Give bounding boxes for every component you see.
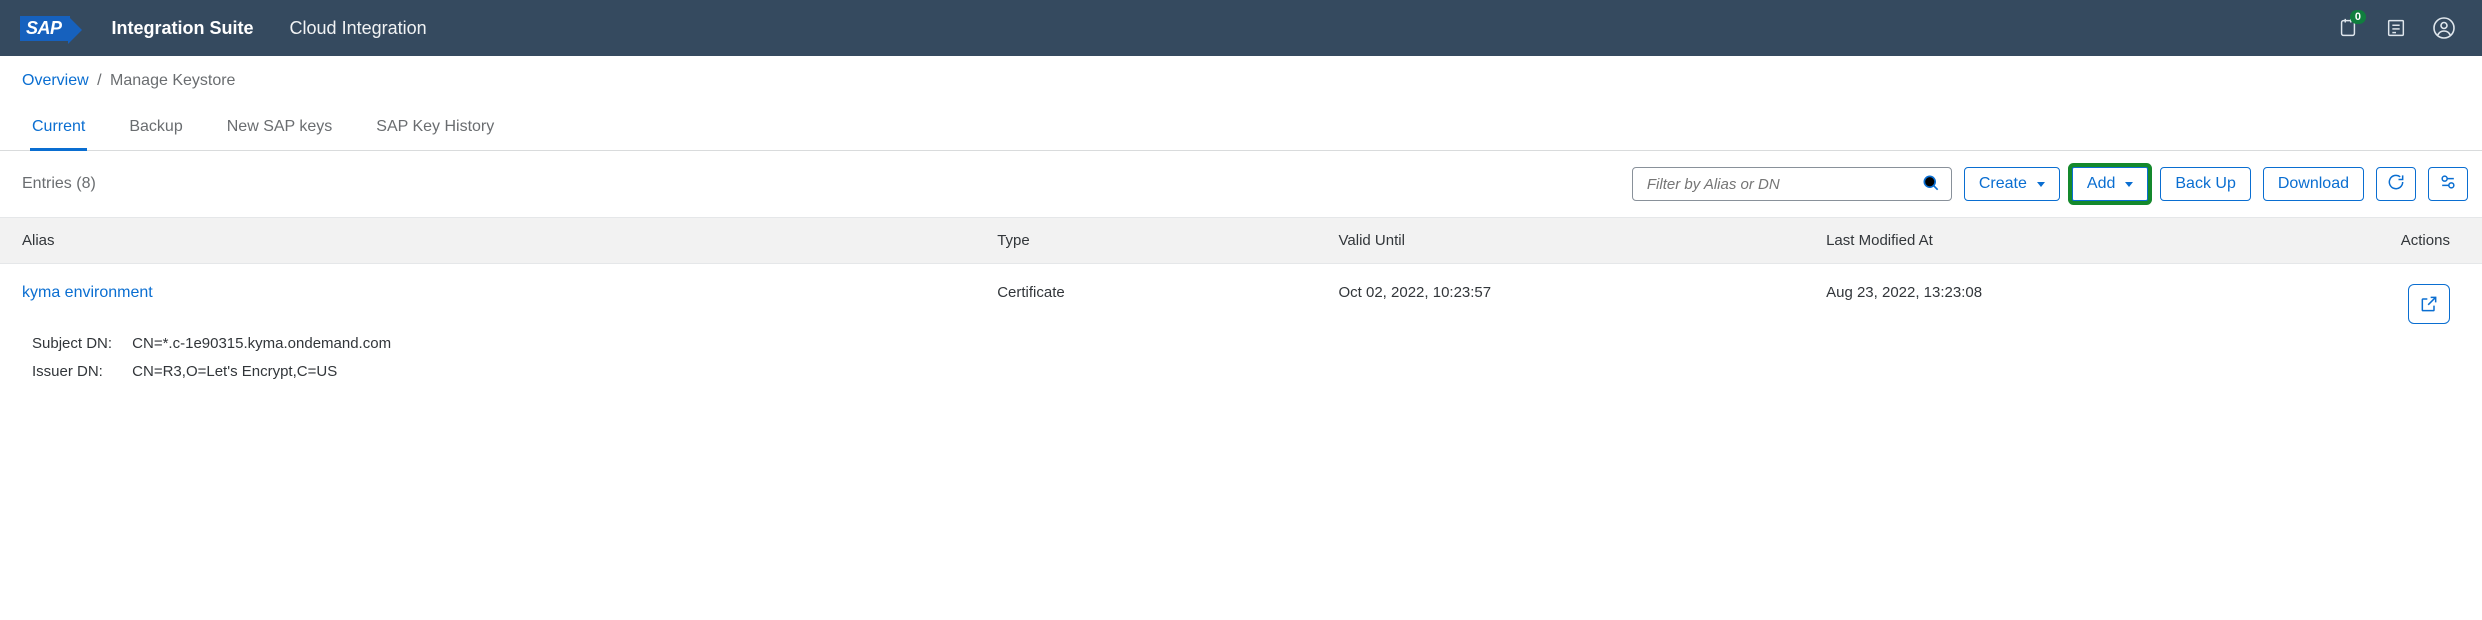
notification-badge: 0 <box>2350 10 2366 24</box>
issuer-dn-value: CN=R3,O=Let's Encrypt,C=US <box>132 363 337 380</box>
search-field[interactable] <box>1632 167 1952 201</box>
table-header: Alias Type Valid Until Last Modified At … <box>0 218 2482 264</box>
col-valid-until[interactable]: Valid Until <box>1339 232 1827 249</box>
subject-dn-value: CN=*.c-1e90315.kyma.ondemand.com <box>132 335 391 352</box>
entries-count: Entries (8) <box>22 175 1620 193</box>
backup-label: Back Up <box>2175 175 2235 193</box>
col-actions: Actions <box>2265 232 2460 249</box>
table-row: kyma environment Certificate Oct 02, 202… <box>0 264 2482 324</box>
cell-type: Certificate <box>997 284 1338 301</box>
breadcrumb: Overview / Manage Keystore <box>0 56 2482 96</box>
breadcrumb-root[interactable]: Overview <box>22 72 89 89</box>
col-type[interactable]: Type <box>997 232 1338 249</box>
issuer-dn-row: Issuer DN: CN=R3,O=Let's Encrypt,C=US <box>32 358 2460 386</box>
shellbar: SAP Integration Suite Cloud Integration … <box>0 0 2482 56</box>
tab-backup[interactable]: Backup <box>127 110 184 151</box>
tab-current[interactable]: Current <box>30 110 87 151</box>
add-label: Add <box>2087 175 2115 193</box>
cell-actions <box>2265 284 2460 324</box>
breadcrumb-current: Manage Keystore <box>110 72 235 89</box>
search-icon[interactable] <box>1921 173 1941 196</box>
chevron-down-icon <box>2125 182 2133 187</box>
tab-bar: Current Backup New SAP keys SAP Key Hist… <box>0 96 2482 151</box>
refresh-button[interactable] <box>2376 167 2416 201</box>
tab-new-sap-keys[interactable]: New SAP keys <box>225 110 335 151</box>
export-button[interactable] <box>2408 284 2450 324</box>
search-input[interactable] <box>1647 176 1921 193</box>
alias-link[interactable]: kyma environment <box>22 284 153 301</box>
issuer-dn-label: Issuer DN: <box>32 358 128 386</box>
cell-valid-until: Oct 02, 2022, 10:23:57 <box>1339 284 1827 301</box>
notifications-button[interactable]: 0 <box>2330 10 2366 46</box>
col-last-modified[interactable]: Last Modified At <box>1826 232 2265 249</box>
news-button[interactable] <box>2378 10 2414 46</box>
col-alias[interactable]: Alias <box>22 232 997 249</box>
toolbar: Entries (8) Create Add Back Up Download <box>0 151 2482 218</box>
add-button[interactable]: Add <box>2072 167 2148 201</box>
chevron-down-icon <box>2037 182 2045 187</box>
subject-dn-row: Subject DN: CN=*.c-1e90315.kyma.ondemand… <box>32 330 2460 358</box>
product-title: Integration Suite <box>112 18 254 39</box>
user-button[interactable] <box>2426 10 2462 46</box>
breadcrumb-sep: / <box>97 72 101 89</box>
backup-button[interactable]: Back Up <box>2160 167 2250 201</box>
dn-block: Subject DN: CN=*.c-1e90315.kyma.ondemand… <box>0 324 2482 386</box>
subject-dn-label: Subject DN: <box>32 330 128 358</box>
cell-alias: kyma environment <box>22 284 997 302</box>
product-subtitle: Cloud Integration <box>290 18 427 39</box>
settings-button[interactable] <box>2428 167 2468 201</box>
sap-logo-text: SAP <box>20 16 70 41</box>
download-button[interactable]: Download <box>2263 167 2364 201</box>
cell-last-modified: Aug 23, 2022, 13:23:08 <box>1826 284 2265 301</box>
settings-icon <box>2438 172 2458 197</box>
download-label: Download <box>2278 175 2349 193</box>
sap-logo: SAP <box>20 16 70 41</box>
refresh-icon <box>2386 172 2406 197</box>
create-label: Create <box>1979 175 2027 193</box>
create-button[interactable]: Create <box>1964 167 2060 201</box>
tab-sap-key-history[interactable]: SAP Key History <box>374 110 496 151</box>
